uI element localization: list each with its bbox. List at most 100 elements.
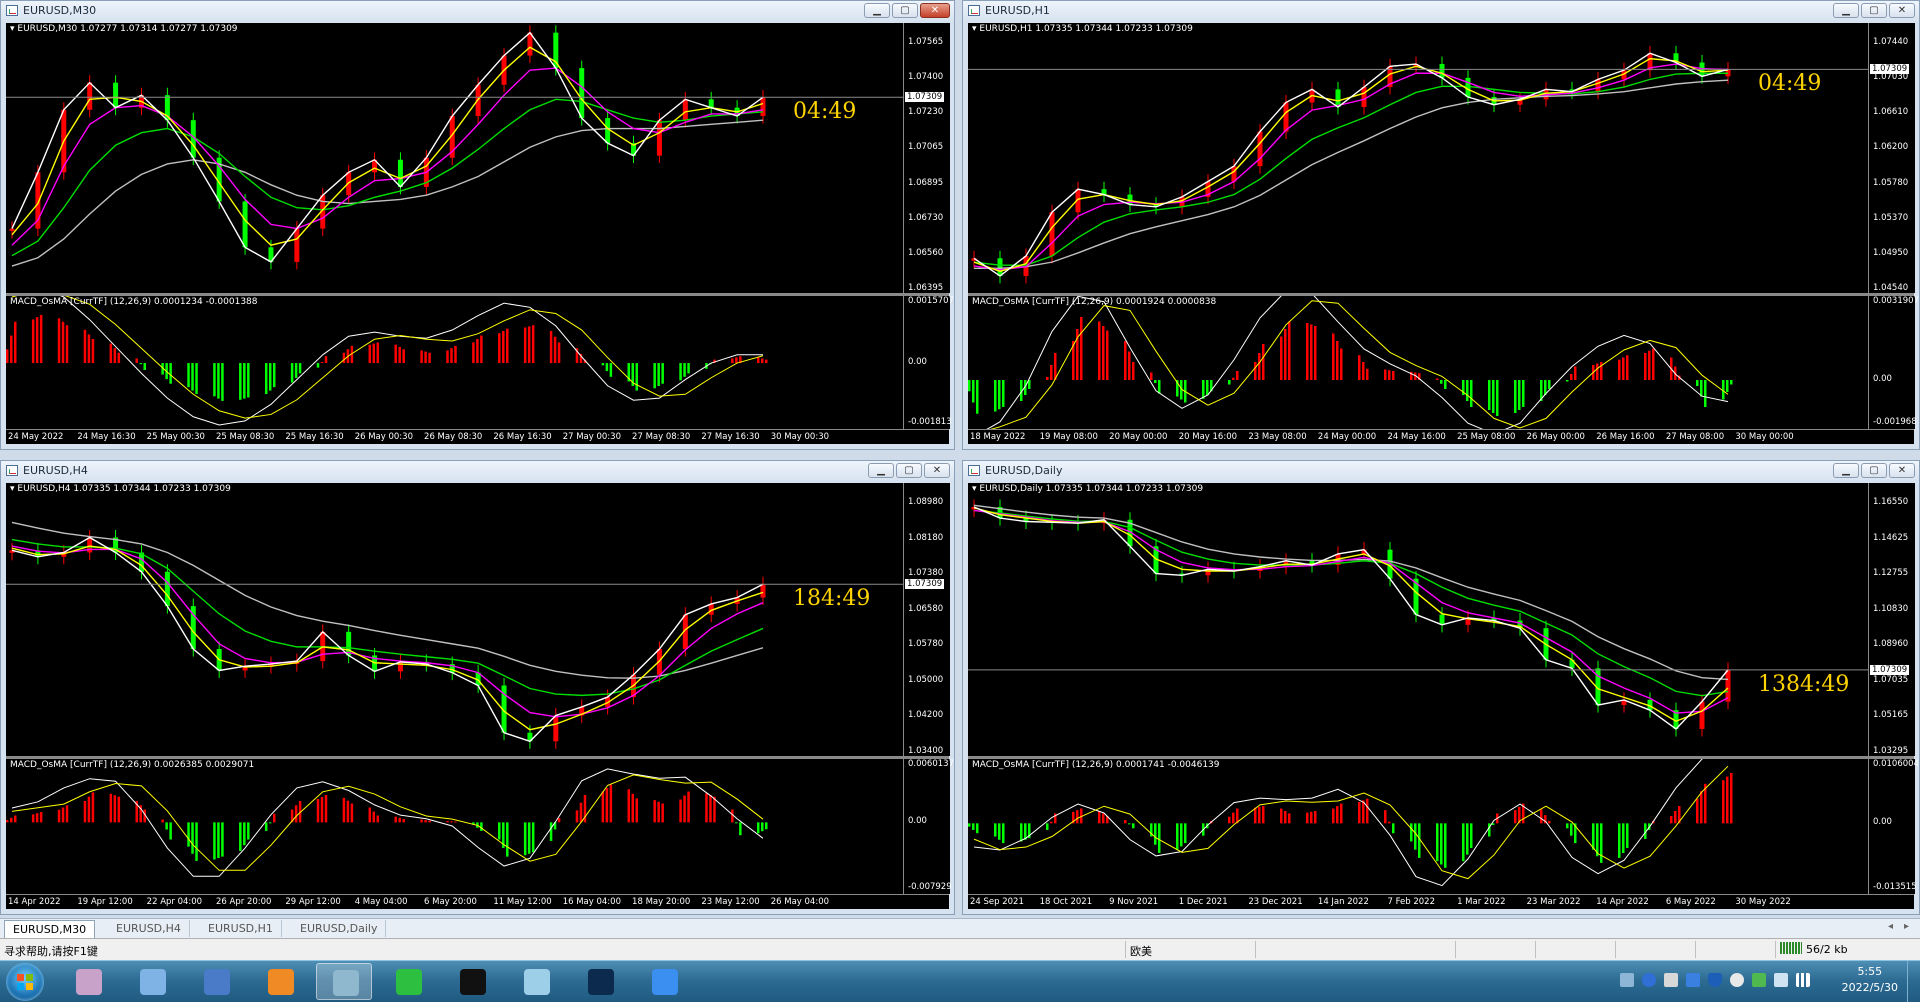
macd-pane[interactable]: MACD_OsMA [CurrTF] (12,26,9) 0.0001924 0… [968,296,1919,429]
osma-histogram-bar [506,328,509,364]
osma-histogram-bar [1262,344,1265,380]
tray-volume-icon[interactable] [1774,973,1788,987]
tray-bluetooth-icon[interactable] [1686,973,1700,987]
taskbar-clock[interactable]: 5:55 2022/5/30 [1842,964,1898,996]
taskbar-desktop-app[interactable] [188,963,244,1000]
price-pane[interactable]: ▾ EURUSD,H4 1.07335 1.07344 1.07233 1.07… [6,483,950,756]
osma-histogram-bar [113,348,117,364]
close-button[interactable]: ✕ [1889,463,1915,478]
window-title-bar[interactable]: EURUSD,Daily ▁ ▢ ✕ [963,461,1919,481]
osma-histogram-bar [1362,800,1365,824]
osma-histogram-bar [247,822,250,840]
macd-pane[interactable]: MACD_OsMA [CurrTF] (12,26,9) 0.0026385 0… [6,759,954,894]
tray-keyboard-icon[interactable] [1620,973,1634,987]
close-button[interactable]: ✕ [924,463,950,478]
tab-scroll-right-icon[interactable]: ▸ [1904,921,1909,932]
taskbar-notebook-app[interactable] [508,963,564,1000]
maximize-button[interactable]: ▢ [892,3,918,18]
chart-area[interactable]: ▾ EURUSD,Daily 1.07335 1.07344 1.07233 1… [968,483,1919,909]
candle-body [1439,64,1445,78]
time-tick-label: 26 May 16:30 [493,432,552,442]
show-desktop-button[interactable] [1907,961,1920,1002]
osma-histogram-bar [39,812,43,823]
price-pane[interactable]: ▾ EURUSD,H1 1.07335 1.07344 1.07233 1.07… [968,23,1915,293]
tab-eurusd-h1[interactable]: EURUSD,H1 [200,920,282,937]
price-pane[interactable]: ▾ EURUSD,M30 1.07277 1.07314 1.07277 1.0… [6,23,950,293]
tab-scroll-left-icon[interactable]: ◂ [1888,921,1893,932]
macd-pane[interactable]: MACD_OsMA [CurrTF] (12,26,9) 0.0001741 -… [968,759,1919,894]
window-title-bar[interactable]: EURUSD,H4 ▁ ▢ ✕ [1,461,954,481]
chart-window-daily[interactable]: EURUSD,Daily ▁ ▢ ✕ ▾ EURUSD,Daily 1.07335 1.… [962,460,1920,915]
osma-histogram-bar [243,822,246,846]
status-divider [1125,941,1126,958]
maximize-button[interactable]: ▢ [1861,463,1887,478]
macd-chart [968,759,1733,887]
moving-average-fastest [973,52,1729,277]
bar-countdown: 1384:49 [1758,671,1850,697]
taskbar-pen-app[interactable] [636,963,692,1000]
current-price-tag: 1.07309 [1870,664,1910,675]
taskbar-paint-app[interactable] [60,963,116,1000]
maximize-button[interactable]: ▢ [1861,3,1887,18]
osma-histogram-bar [1622,357,1625,380]
taskbar-wechat-app[interactable] [380,963,436,1000]
maximize-button[interactable]: ▢ [896,463,922,478]
window-title-bar[interactable]: EURUSD,M30 ▁ ▢ ✕ [1,1,954,21]
tray-help-icon[interactable] [1642,973,1656,987]
time-tick-label: 22 Apr 04:00 [146,897,203,907]
tray-printer-icon[interactable] [1664,973,1678,987]
tray-shield-icon[interactable] [1708,973,1722,987]
chart-window-h4[interactable]: EURUSD,H4 ▁ ▢ ✕ ▾ EURUSD,H4 1.07335 1.07344 … [0,460,955,915]
tray-flag-icon[interactable] [1730,973,1744,987]
price-axis: 1.07440 1.07030 1.06610 1.06200 1.05780 1.053… [1868,23,1915,293]
status-profile: 欧美 [1130,945,1152,958]
osma-histogram-bar [376,815,380,823]
osma-histogram-bar [549,822,553,841]
macd-chart [6,768,768,877]
candle-body [87,82,93,110]
osma-histogram-bar [476,338,479,364]
osma-histogram-bar [1548,820,1551,824]
taskbar-photoshop-app[interactable] [572,963,628,1000]
start-button[interactable] [6,963,44,1001]
tray-network-icon[interactable] [1796,973,1810,987]
taskbar-orange-arrow-app[interactable] [252,963,308,1000]
candle-body [9,228,15,232]
chart-area[interactable]: ▾ EURUSD,M30 1.07277 1.07314 1.07277 1.0… [6,23,954,444]
osma-histogram-bar [1128,351,1131,380]
tray-antivirus-icon[interactable] [1752,973,1766,987]
chart-area[interactable]: ▾ EURUSD,H1 1.07335 1.07344 1.07233 1.07… [968,23,1919,444]
taskbar-network-app[interactable] [124,963,180,1000]
tab-eurusd-m30[interactable]: EURUSD,M30 [4,920,96,938]
close-button[interactable]: ✕ [1889,3,1915,18]
osma-histogram-bar [117,352,121,364]
osma-histogram-bar [1648,350,1651,380]
osma-histogram-bar [601,791,605,823]
minimize-button[interactable]: ▁ [868,463,894,478]
chart-window-h1[interactable]: EURUSD,H1 ▁ ▢ ✕ ▾ EURUSD,H1 1.07335 1.07344 … [962,0,1920,450]
osma-histogram-bar [1280,808,1283,824]
macd-pane-header: MACD_OsMA [CurrTF] (12,26,9) 0.0001741 -… [972,760,1220,770]
time-tick-label: 23 Dec 2021 [1248,897,1303,907]
osma-histogram-bar [605,363,609,372]
osma-histogram-bar [1180,823,1183,847]
osma-histogram-bar [1358,801,1361,824]
chart-area[interactable]: ▾ EURUSD,H4 1.07335 1.07344 1.07233 1.07… [6,483,954,909]
taskbar-capcut-app[interactable] [444,963,500,1000]
tab-eurusd-h4[interactable]: EURUSD,H4 [108,920,190,937]
macd-pane[interactable]: MACD_OsMA [CurrTF] (12,26,9) 0.0001234 -… [6,296,954,429]
trading-terminal-app-icon [333,970,359,996]
taskbar-trading-terminal-app[interactable] [316,963,372,1000]
minimize-button[interactable]: ▁ [864,3,890,18]
osma-histogram-bar [1388,370,1391,380]
tab-eurusd-daily[interactable]: EURUSD,Daily [292,920,387,937]
chart-window-m30[interactable]: EURUSD,M30 ▁ ▢ ✕ ▾ EURUSD,M30 1.07277 1.0731… [0,0,955,450]
macd-signal-line [990,300,1729,429]
window-title: EURUSD,H4 [23,464,88,477]
minimize-button[interactable]: ▁ [1833,3,1859,18]
price-pane[interactable]: ▾ EURUSD,Daily 1.07335 1.07344 1.07233 1… [968,483,1915,756]
osma-histogram-bar [272,363,276,388]
minimize-button[interactable]: ▁ [1833,463,1859,478]
close-button[interactable]: ✕ [920,3,950,18]
window-title-bar[interactable]: EURUSD,H1 ▁ ▢ ✕ [963,1,1919,21]
